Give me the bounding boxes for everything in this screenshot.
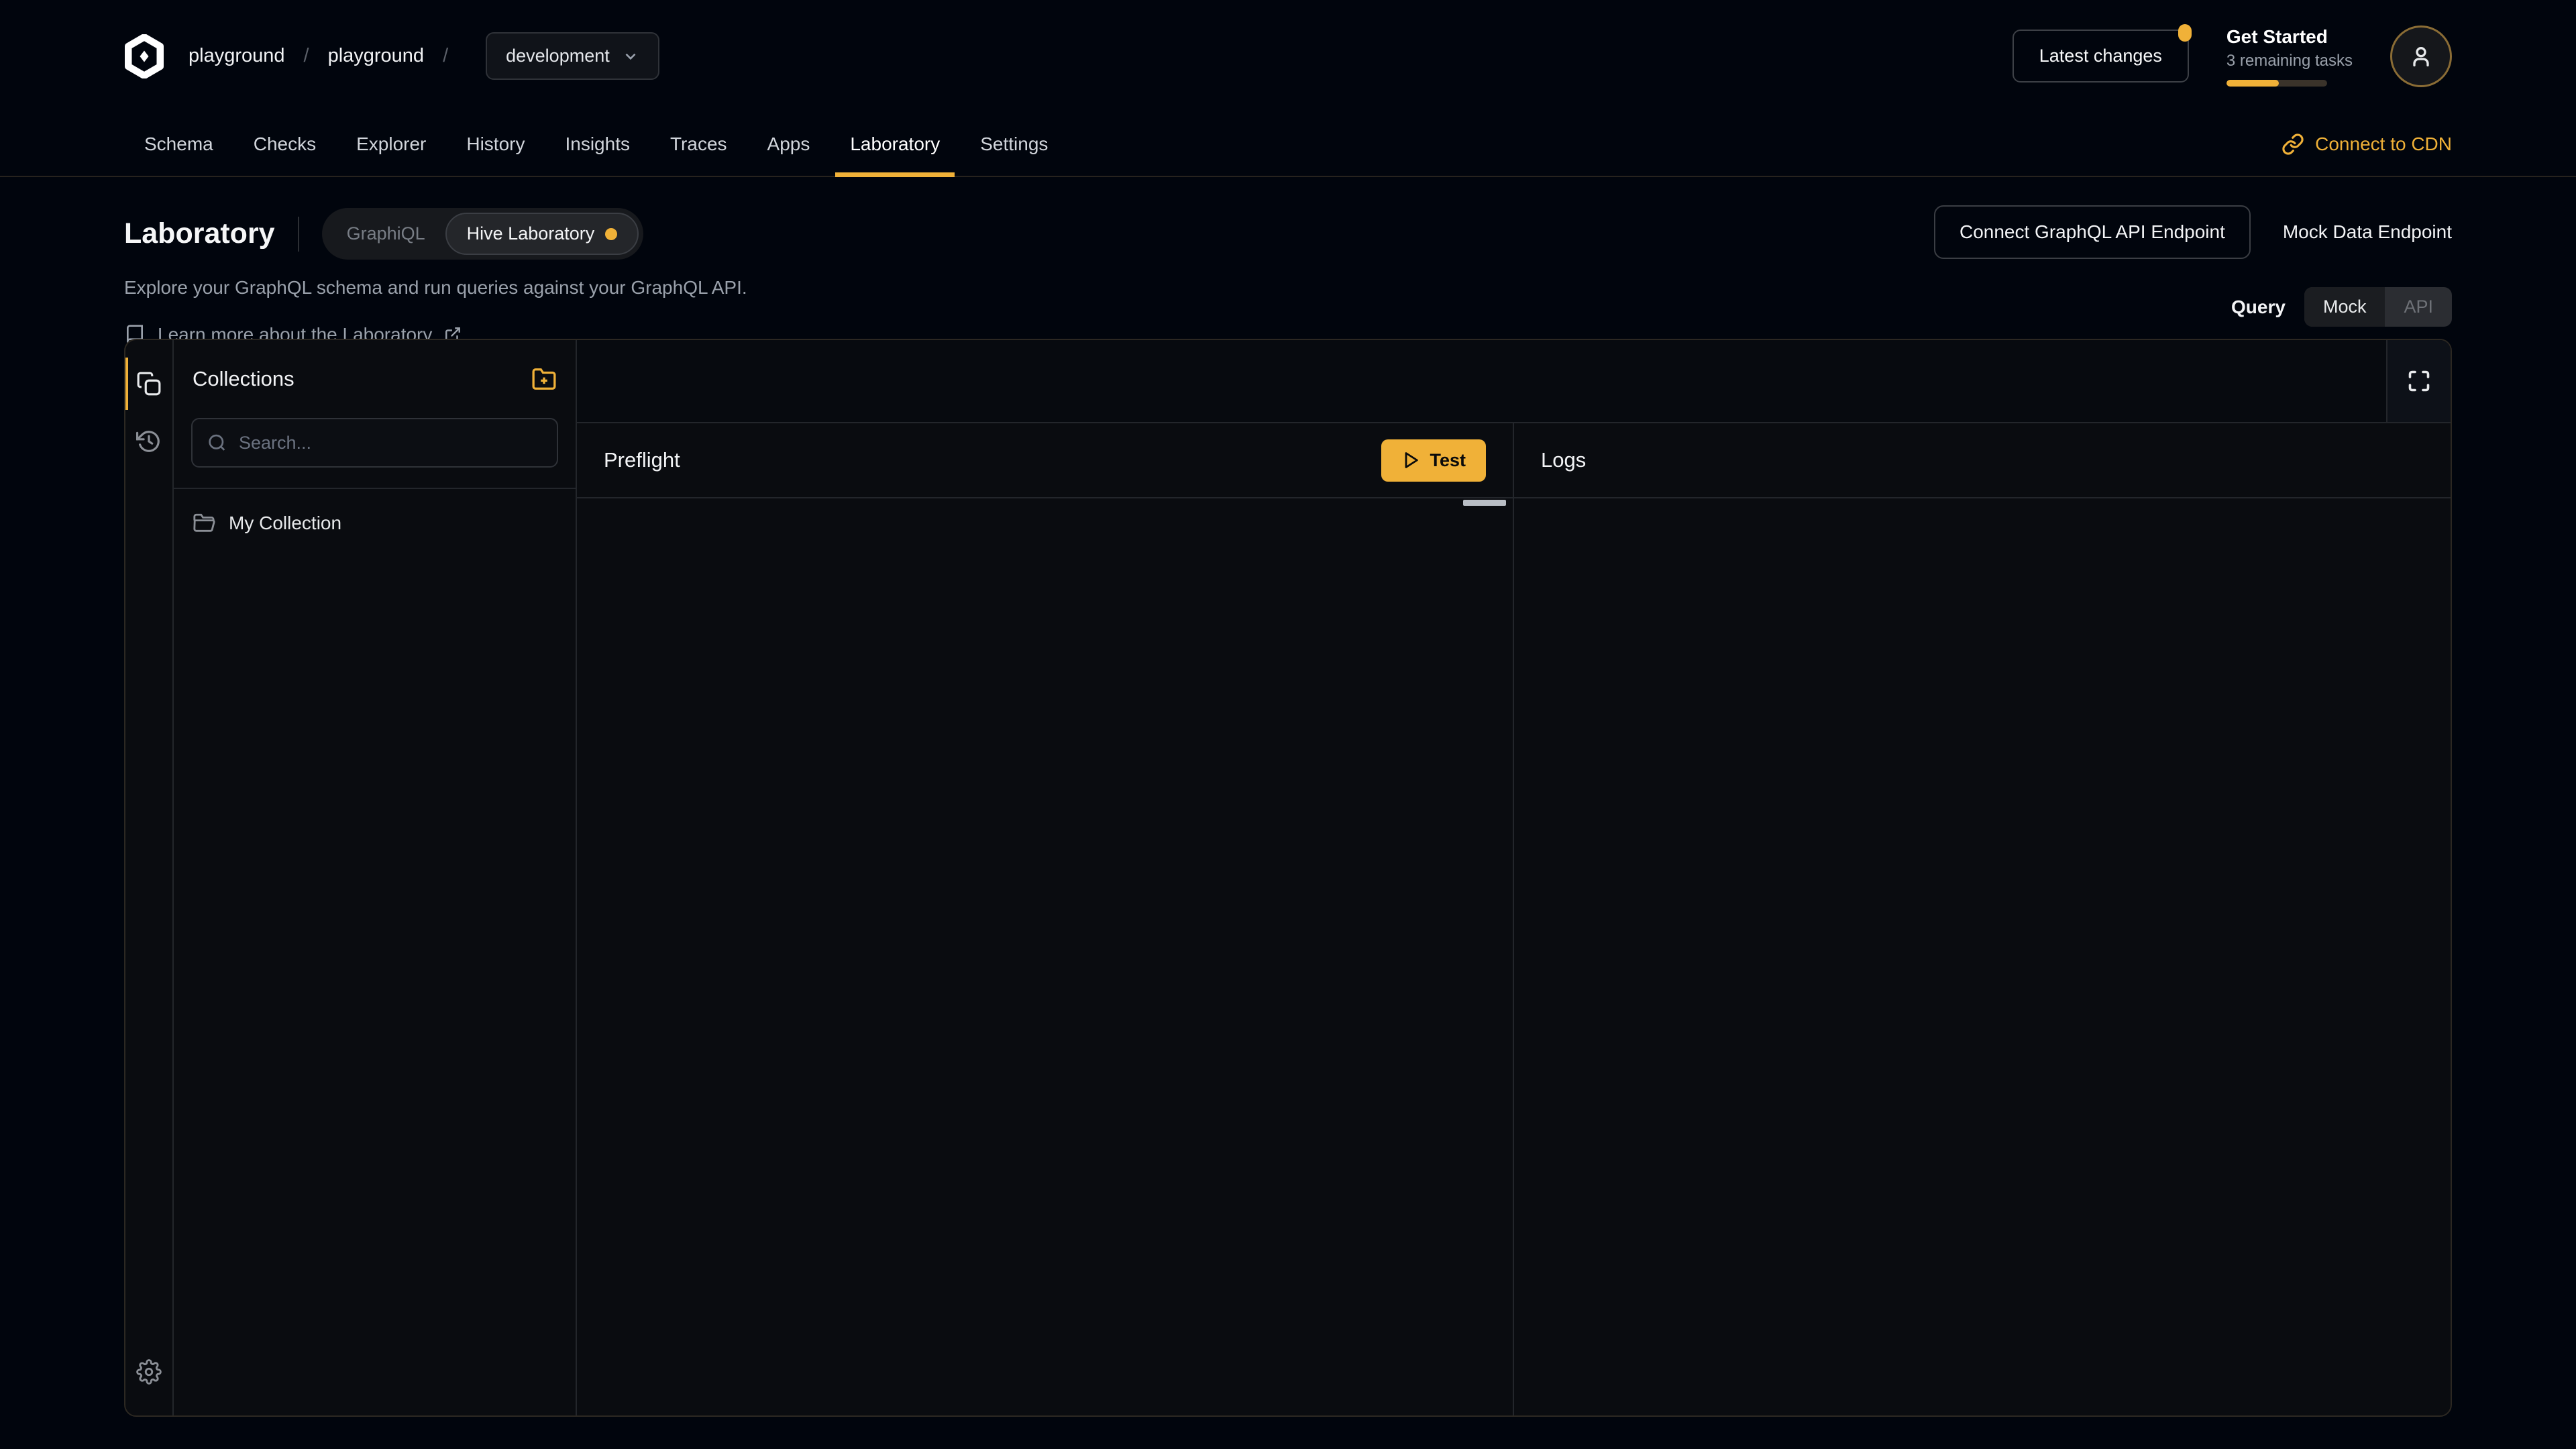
nav-tab-schema[interactable]: Schema [124, 112, 233, 176]
breadcrumb-separator: / [443, 45, 448, 67]
environment-dropdown-value: development [506, 46, 610, 66]
app-header: playground / playground / development La… [0, 0, 2576, 112]
logs-title: Logs [1541, 448, 1586, 472]
ui-mode-toggle: GraphiQL Hive Laboratory [322, 208, 644, 260]
environment-dropdown[interactable]: development [486, 32, 659, 80]
test-button-label: Test [1430, 450, 1466, 471]
query-mode-mock[interactable]: Mock [2304, 287, 2385, 327]
preflight-editor: Preflight Test [577, 423, 1514, 1415]
nav-tab-checks[interactable]: Checks [233, 112, 336, 176]
collection-folder[interactable]: My Collection [193, 512, 557, 535]
connect-to-cdn-label: Connect to CDN [2315, 133, 2452, 155]
nav-tab-laboratory[interactable]: Laboratory [830, 112, 960, 176]
laboratory-hero: Laboratory GraphiQL Hive Laboratory Expl… [0, 177, 2576, 338]
maximize-icon [2407, 369, 2431, 393]
operation-tabbar [577, 340, 2451, 423]
collections-search [191, 418, 558, 468]
test-button[interactable]: Test [1381, 439, 1486, 482]
nav-tab-settings[interactable]: Settings [960, 112, 1068, 176]
link-icon [2282, 133, 2304, 156]
new-badge-dot [605, 228, 617, 240]
notification-dot [2178, 24, 2192, 42]
collection-folder-label: My Collection [229, 513, 341, 534]
breadcrumb-separator: / [304, 45, 309, 67]
user-avatar[interactable] [2390, 25, 2452, 87]
collections-title: Collections [193, 367, 294, 391]
left-icon-rail [125, 340, 174, 1415]
latest-changes-button[interactable]: Latest changes [2012, 30, 2189, 83]
nav-tab-history[interactable]: History [446, 112, 545, 176]
query-mode-segmented-control: MockAPI [2304, 287, 2452, 327]
mock-data-endpoint-button[interactable]: Mock Data Endpoint [2283, 221, 2452, 243]
nav-tab-apps[interactable]: Apps [747, 112, 830, 176]
gear-icon [136, 1359, 162, 1385]
get-started-remaining: 3 remaining tasks [2226, 52, 2353, 70]
laboratory-panel: Collections My Collection [124, 339, 2452, 1417]
code-editor[interactable] [577, 498, 1513, 1415]
connect-to-cdn-link[interactable]: Connect to CDN [2282, 112, 2452, 176]
fullscreen-button[interactable] [2386, 340, 2451, 422]
new-collection-button[interactable] [531, 366, 557, 392]
connect-graphql-endpoint-button[interactable]: Connect GraphQL API Endpoint [1934, 205, 2251, 259]
hive-logo-icon [124, 34, 164, 78]
settings-rail-button[interactable] [125, 1343, 173, 1401]
folder-plus-icon [531, 366, 557, 392]
logs-panel: Logs [1514, 423, 2451, 1415]
get-started-title: Get Started [2226, 26, 2353, 48]
user-icon [2408, 43, 2434, 70]
collections-sidebar: Collections My Collection [174, 340, 577, 1415]
query-mode-label: Query [2231, 297, 2286, 318]
breadcrumb-org[interactable]: playground [189, 45, 285, 67]
chevron-down-icon [622, 48, 639, 65]
breadcrumb-project[interactable]: playground [328, 45, 425, 67]
logs-output[interactable] [1514, 498, 2451, 1415]
editor-title: Preflight [604, 448, 680, 472]
search-icon [207, 432, 227, 453]
nav-tab-explorer[interactable]: Explorer [336, 112, 446, 176]
nav-tab-traces[interactable]: Traces [650, 112, 747, 176]
folder-open-icon [193, 512, 215, 535]
latest-changes-label: Latest changes [2039, 46, 2162, 66]
search-input[interactable] [239, 433, 542, 453]
collections-icon [136, 371, 162, 396]
collections-tree: My Collection [174, 489, 576, 564]
collections-rail-button[interactable] [125, 355, 173, 413]
nav-tab-insights[interactable]: Insights [545, 112, 650, 176]
history-icon [136, 429, 162, 454]
get-started-widget[interactable]: Get Started 3 remaining tasks [2226, 26, 2353, 87]
play-icon [1401, 451, 1420, 470]
toggle-graphiql[interactable]: GraphiQL [327, 214, 445, 254]
toggle-hive-laboratory[interactable]: Hive Laboratory [445, 213, 639, 255]
get-started-progress-fill [2226, 80, 2279, 87]
toggle-hive-laboratory-label: Hive Laboratory [467, 223, 595, 244]
editor-scrollbar[interactable] [1463, 500, 1506, 506]
main-nav: SchemaChecksExplorerHistoryInsightsTrace… [0, 112, 2576, 177]
get-started-progressbar [2226, 80, 2327, 87]
page-title: Laboratory [124, 217, 275, 250]
history-rail-button[interactable] [125, 413, 173, 470]
query-mode-api[interactable]: API [2385, 287, 2452, 327]
divider [298, 217, 299, 252]
